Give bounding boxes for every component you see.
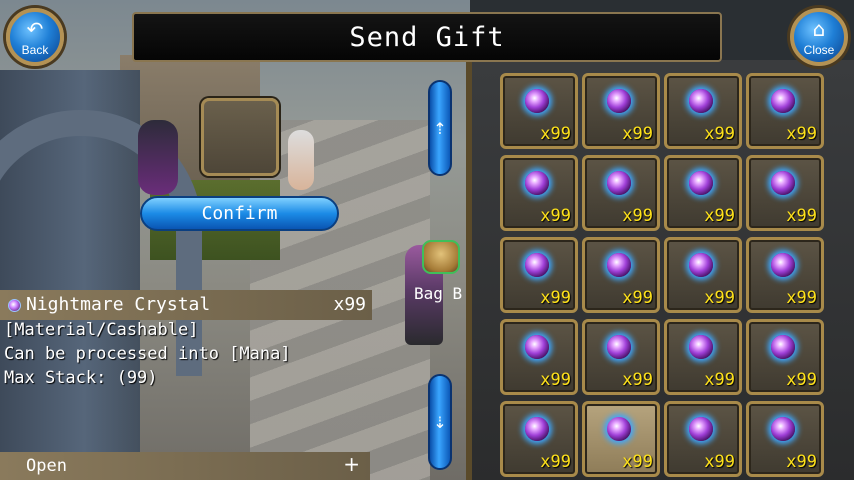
item-quantity: x99 <box>704 124 735 144</box>
crystal-icon <box>525 89 549 113</box>
confirm-button[interactable]: Confirm <box>140 196 339 231</box>
item-quantity: x99 <box>540 288 571 308</box>
item-description-line: Can be processed into [Mana] <box>4 344 291 364</box>
item-description-line: [Material/Cashable] <box>4 320 199 340</box>
item-info-header: Nightmare Crystal x99 <box>0 290 372 320</box>
item-quantity: x99 <box>786 206 817 226</box>
item-quantity: x99 <box>540 452 571 472</box>
npc-character <box>288 130 314 190</box>
item-quantity: x99 <box>622 206 653 226</box>
item-quantity: x99 <box>704 288 735 308</box>
home-icon: ⌂ <box>812 17 826 41</box>
inventory-slot[interactable]: x99 <box>500 155 578 231</box>
crystal-icon <box>8 299 21 312</box>
back-arrow-icon: ↶ <box>26 17 44 41</box>
item-quantity: x99 <box>704 370 735 390</box>
item-quantity: x99 <box>622 452 653 472</box>
npc-character <box>138 120 178 195</box>
open-label: Open <box>26 456 67 476</box>
crystal-icon <box>689 89 713 113</box>
item-quantity: x99 <box>704 206 735 226</box>
crystal-icon <box>689 417 713 441</box>
crystal-icon <box>689 253 713 277</box>
item-quantity: x99 <box>540 206 571 226</box>
inventory-slot[interactable]: x99 <box>746 401 824 477</box>
inventory-slot[interactable]: x99 <box>500 73 578 149</box>
item-quantity: x99 <box>786 288 817 308</box>
inventory-slot[interactable]: x99 <box>582 73 660 149</box>
crystal-icon <box>525 335 549 359</box>
scroll-down-button[interactable]: ⇣ <box>428 374 452 470</box>
arrow-up-icon: ⇡ <box>433 118 447 138</box>
inventory-slot[interactable]: x99 <box>664 73 742 149</box>
bag-b-button[interactable]: Bag B <box>414 238 470 306</box>
inventory-slot[interactable]: x99 <box>582 155 660 231</box>
item-quantity: x99 <box>786 452 817 472</box>
crystal-icon <box>607 171 631 195</box>
arrow-down-icon: ⇣ <box>433 412 447 432</box>
item-name: Nightmare Crystal <box>26 294 211 315</box>
crystal-icon <box>525 171 549 195</box>
crystal-icon <box>525 417 549 441</box>
item-count: x99 <box>333 294 366 315</box>
confirm-label: Confirm <box>201 203 278 224</box>
item-quantity: x99 <box>622 288 653 308</box>
item-quantity: x99 <box>786 124 817 144</box>
crystal-icon <box>771 171 795 195</box>
crystal-icon <box>525 253 549 277</box>
gift-item-slot[interactable] <box>201 98 279 176</box>
close-button[interactable]: ⌂ Close <box>790 8 848 66</box>
inventory-slot[interactable]: x99 <box>664 237 742 313</box>
item-quantity: x99 <box>786 370 817 390</box>
inventory-slot[interactable]: x99 <box>500 237 578 313</box>
scroll-up-button[interactable]: ⇡ <box>428 80 452 176</box>
inventory-slot[interactable]: x99 <box>746 237 824 313</box>
inventory-slot[interactable]: x99 <box>664 319 742 395</box>
inventory-slot[interactable]: x99 <box>500 401 578 477</box>
back-label: Back <box>21 43 49 57</box>
crystal-icon <box>771 417 795 441</box>
inventory-slot[interactable]: x99 <box>746 73 824 149</box>
item-quantity: x99 <box>704 452 735 472</box>
crystal-icon <box>771 253 795 277</box>
inventory-slot[interactable]: x99 <box>664 401 742 477</box>
inventory-slot[interactable]: x99 <box>582 319 660 395</box>
crystal-icon <box>771 335 795 359</box>
item-quantity: x99 <box>540 370 571 390</box>
item-quantity: x99 <box>622 370 653 390</box>
crystal-icon <box>607 253 631 277</box>
item-description-line: Max Stack: (99) <box>4 368 158 388</box>
item-quantity: x99 <box>540 124 571 144</box>
inventory-slot[interactable]: x99 <box>582 237 660 313</box>
open-bar[interactable]: Open + <box>0 452 370 480</box>
crystal-icon <box>689 171 713 195</box>
title-bar: Send Gift <box>132 12 722 62</box>
inventory-slot[interactable]: x99 <box>582 401 660 477</box>
plus-icon: + <box>343 452 360 476</box>
crystal-icon <box>607 89 631 113</box>
inventory-grid: x99 x99 x99 x99 x99 x99 x99 x99 x99 x99 x99 x99 x99 x… <box>500 73 832 480</box>
bag-icon <box>422 240 460 274</box>
back-button[interactable]: ↶ Back <box>6 8 64 66</box>
bag-label: Bag B <box>414 284 463 303</box>
crystal-icon <box>771 89 795 113</box>
page-title: Send Gift <box>349 21 505 53</box>
inventory-slot[interactable]: x99 <box>746 319 824 395</box>
inventory-slot[interactable]: x99 <box>746 155 824 231</box>
item-quantity: x99 <box>622 124 653 144</box>
inventory-slot[interactable]: x99 <box>664 155 742 231</box>
close-label: Close <box>803 43 835 57</box>
crystal-icon <box>607 335 631 359</box>
crystal-icon <box>689 335 713 359</box>
crystal-icon <box>607 417 631 441</box>
inventory-slot[interactable]: x99 <box>500 319 578 395</box>
